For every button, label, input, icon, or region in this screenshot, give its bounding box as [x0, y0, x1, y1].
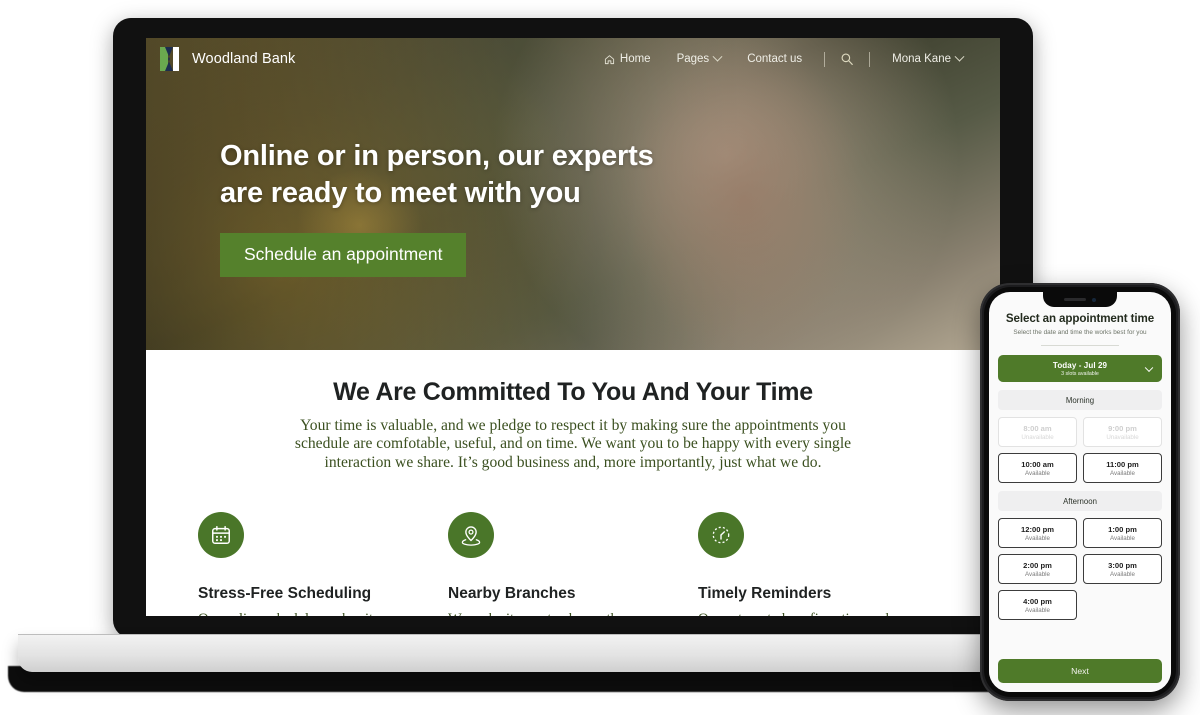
nav-divider-left: [824, 51, 826, 67]
slot-time: 4:00 pm: [1023, 596, 1052, 606]
group-header-afternoon: Afternoon: [998, 491, 1162, 511]
slot-time: 8:00 am: [1023, 423, 1052, 433]
time-slot[interactable]: 11:00 pm Available: [1083, 453, 1162, 483]
slot-time: 12:00 pm: [1021, 524, 1054, 534]
feature-title: Stress-Free Scheduling: [198, 585, 372, 603]
section-title: We Are Committed To You And Your Time: [333, 378, 813, 406]
slot-time: 3:00 pm: [1108, 560, 1137, 570]
schedule-appointment-button[interactable]: Schedule an appointment: [220, 233, 467, 278]
time-slot: 9:00 pm Unavailable: [1083, 417, 1162, 447]
hero-copy: Online or in person, our experts are rea…: [146, 80, 1000, 278]
laptop-base: [18, 634, 1128, 672]
slot-status: Available: [1025, 534, 1050, 542]
nav-home-label: Home: [619, 53, 651, 65]
slot-status: Available: [1110, 534, 1135, 542]
hero-title-line-1: Online or in person, our experts: [220, 140, 654, 172]
date-selector-label: Today - Jul 29: [1052, 360, 1108, 370]
nav-pages-label: Pages: [676, 53, 710, 65]
chevron-down-icon: [712, 51, 723, 62]
appointment-title: Select an appointment time: [1005, 312, 1155, 325]
nav-item-home[interactable]: Home: [591, 49, 664, 69]
appointment-body: Today - Jul 29 3 slots available Morning…: [989, 346, 1171, 620]
feature-card-scheduling: Stress-Free Scheduling Our online schedu…: [198, 512, 448, 616]
nav-contact-label: Contact us: [747, 53, 803, 65]
appointment-subtitle: Select the date and time the works best …: [1013, 329, 1147, 336]
slot-status: Available: [1025, 469, 1050, 477]
time-slot[interactable]: 4:00 pm Available: [998, 590, 1077, 620]
site-navbar: Woodland Bank Home Pages Contact us Mona…: [146, 38, 1000, 80]
slot-time: 11:00 pm: [1106, 459, 1139, 469]
hero-title: Online or in person, our experts are rea…: [220, 138, 740, 211]
committed-section: We Are Committed To You And Your Time Yo…: [146, 350, 1000, 616]
feature-text: Our automated confirmation and reminder …: [698, 611, 890, 616]
brand-name: Woodland Bank: [192, 51, 296, 67]
woodland-flag-logo-icon: [160, 47, 179, 71]
slot-time: 2:00 pm: [1023, 560, 1052, 570]
nav-search-button[interactable]: [834, 48, 860, 70]
section-paragraph: Your time is valuable, and we pledge to …: [294, 417, 852, 471]
phone-screen: Select an appointment time Select the da…: [989, 292, 1171, 692]
chevron-down-icon: [1144, 363, 1154, 372]
slot-time: 10:00 am: [1021, 459, 1054, 469]
feature-icon-wrap: [698, 512, 744, 559]
nav-divider-right: [869, 51, 871, 67]
time-slot[interactable]: 10:00 am Available: [998, 453, 1077, 483]
laptop-device: Woodland Bank Home Pages Contact us Mona…: [8, 18, 1138, 692]
feature-text: Our online scheduler makes it easy to ge…: [198, 611, 380, 616]
slot-status: Unavailable: [1021, 433, 1054, 441]
feature-text: We make it easy to choose the location t…: [448, 611, 636, 616]
calendar-icon: [212, 526, 230, 545]
slot-time: 9:00 pm: [1108, 423, 1137, 433]
time-slot[interactable]: 2:00 pm Available: [998, 554, 1077, 584]
laptop-screen: Woodland Bank Home Pages Contact us Mona…: [146, 38, 1000, 616]
brand-logo[interactable]: Woodland Bank: [160, 47, 295, 71]
composite-device-mockup: Woodland Bank Home Pages Contact us Mona…: [0, 0, 1200, 715]
slot-status: Available: [1110, 469, 1135, 477]
feature-title: Nearby Branches: [448, 585, 576, 603]
hero-title-line-2: are ready to meet with you: [220, 176, 581, 209]
feature-card-reminders: Timely Reminders Our automated confirmat…: [698, 512, 948, 616]
next-button[interactable]: Next: [998, 659, 1162, 683]
slot-status: Available: [1025, 570, 1050, 578]
map-pin-icon: [461, 526, 481, 546]
time-slot[interactable]: 12:00 pm Available: [998, 518, 1077, 548]
hero-banner: Woodland Bank Home Pages Contact us Mona…: [146, 38, 1000, 350]
slot-grid-afternoon: 12:00 pm Available 1:00 pm Available 2:0…: [998, 518, 1162, 620]
nav-item-pages[interactable]: Pages: [664, 49, 735, 69]
appointment-footer: Next: [989, 652, 1171, 692]
feature-title: Timely Reminders: [698, 585, 832, 603]
front-camera-icon: [1092, 297, 1096, 302]
search-icon: [841, 53, 853, 65]
phone-notch: [1043, 292, 1117, 307]
slot-time: 1:00 pm: [1108, 524, 1137, 534]
slot-grid-morning: 8:00 am Unavailable 9:00 pm Unavailable …: [998, 417, 1162, 483]
nav-item-contact[interactable]: Contact us: [734, 49, 815, 69]
slot-status: Unavailable: [1106, 433, 1139, 441]
date-selector[interactable]: Today - Jul 29 3 slots available: [998, 355, 1162, 382]
feature-icon-wrap: [448, 512, 494, 559]
phone-device: Select an appointment time Select the da…: [980, 283, 1180, 701]
navbar-right: Home Pages Contact us Mona Kane: [591, 48, 976, 70]
feature-card-branches: Nearby Branches We make it easy to choos…: [448, 512, 698, 616]
time-slot: 8:00 am Unavailable: [998, 417, 1077, 447]
nav-account-menu[interactable]: Mona Kane: [879, 49, 976, 69]
date-selector-labels: Today - Jul 29 3 slots available: [1053, 361, 1107, 377]
features-row: Stress-Free Scheduling Our online schedu…: [198, 512, 948, 616]
clock-icon: [712, 526, 730, 544]
time-slot[interactable]: 1:00 pm Available: [1083, 518, 1162, 548]
time-slot[interactable]: 3:00 pm Available: [1083, 554, 1162, 584]
slot-status: Available: [1025, 606, 1050, 614]
date-selector-sublabel: 3 slots available: [1061, 370, 1099, 377]
feature-icon-wrap: [198, 512, 244, 559]
earpiece-speaker-icon: [1064, 298, 1086, 301]
nav-account-label: Mona Kane: [892, 53, 951, 65]
house-icon: [604, 54, 614, 64]
slot-status: Available: [1110, 570, 1135, 578]
chevron-down-icon: [954, 51, 965, 62]
group-header-morning: Morning: [998, 390, 1162, 410]
